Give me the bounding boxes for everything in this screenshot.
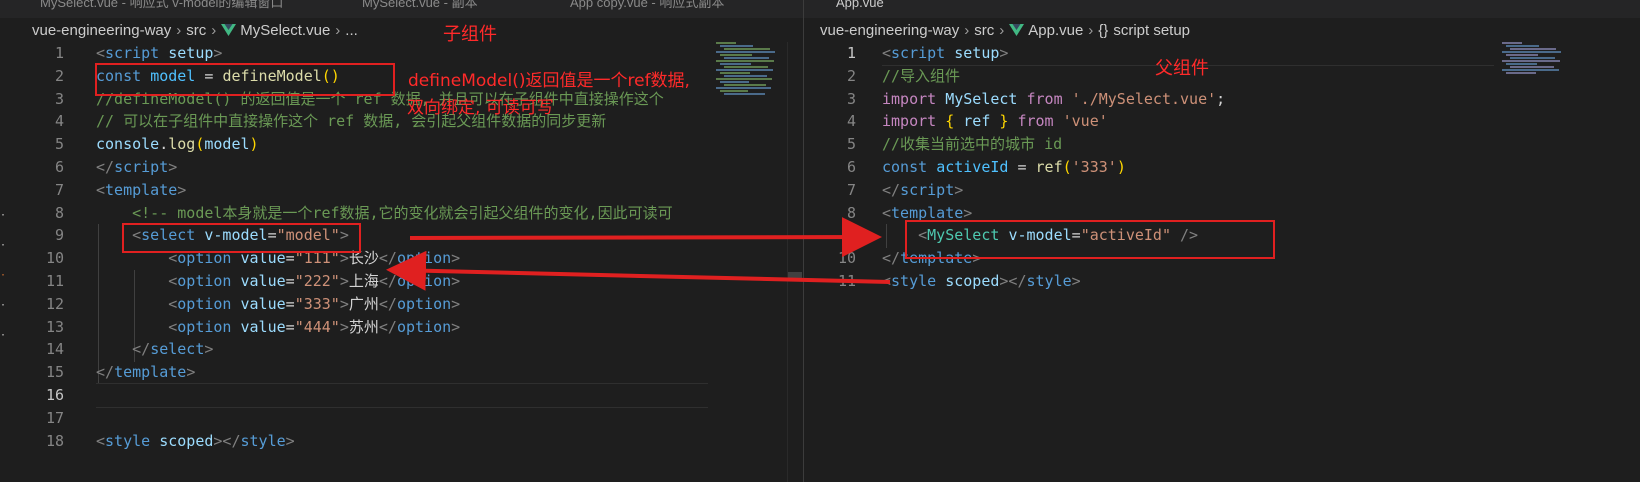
arrows-overlay [386,217,891,291]
left-edge-marks: · · · · · [0,210,7,341]
arrow-left [386,250,891,291]
arrow-right [409,217,882,258]
